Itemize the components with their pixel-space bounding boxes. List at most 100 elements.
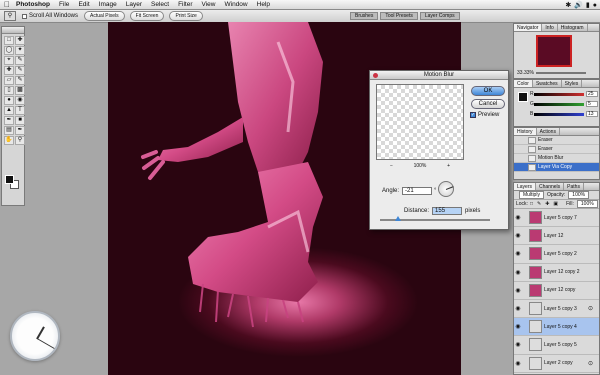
crop-tool-icon[interactable]: ⌖ [4,56,14,65]
spotlight-icon[interactable]: ● [593,2,597,9]
path-selection-tool-icon[interactable]: ▲ [4,106,14,115]
magic-wand-tool-icon[interactable]: ✦ [15,46,25,55]
gradient-tool-icon[interactable]: ▩ [15,86,25,95]
layer-visibility-eye-icon[interactable]: ◉ [514,323,522,330]
close-icon[interactable] [373,73,378,78]
layer-visibility-eye-icon[interactable]: ◉ [514,214,522,221]
layer-name[interactable]: Layer 12 copy [544,287,575,293]
lock-transparency-icon[interactable]: □ [530,201,533,207]
layer-effects-icon[interactable]: ⊙ [588,360,593,367]
channel-g-slider[interactable] [534,103,584,106]
volume-icon[interactable]: 🔊 [574,1,583,9]
eyedropper-tool-icon[interactable]: ✒ [15,126,25,135]
navigator-thumbnail[interactable] [536,35,572,67]
layer-visibility-eye-icon[interactable]: ◉ [514,250,522,257]
clone-stamp-tool-icon[interactable]: ▱ [4,76,14,85]
menu-window[interactable]: Window [225,1,248,8]
apple-menu-icon[interactable]:  [4,0,10,9]
history-brush-tool-icon[interactable]: ✎ [15,76,25,85]
layer-name[interactable]: Layer 12 [544,233,563,239]
layer-visibility-eye-icon[interactable]: ◉ [514,305,522,312]
type-tool-icon[interactable]: T [15,106,25,115]
history-item[interactable]: Motion Blur [514,154,599,163]
palette-well-tool-presets[interactable]: Tool Presets [380,12,418,20]
tab-history[interactable]: History [514,128,537,135]
tools-palette-header[interactable] [2,27,24,34]
brush-tool-icon[interactable]: ✎ [15,66,25,75]
blend-mode-select[interactable]: Multiply [519,191,544,199]
lock-all-icon[interactable]: ▣ [553,201,558,207]
cancel-button[interactable]: Cancel [471,99,505,109]
zoom-tool-preset-icon[interactable]: ⚲ [4,11,16,21]
tab-navigator[interactable]: Navigator [514,24,543,31]
foreground-color-swatch[interactable] [5,175,14,184]
layer-row[interactable]: ◉ Layer 5 copy 7 [514,209,599,228]
layer-row[interactable]: ◉ Layer 12 [514,227,599,246]
dialog-titlebar[interactable]: Motion Blur [370,71,508,80]
notes-tool-icon[interactable]: ▤ [4,126,14,135]
layer-visibility-eye-icon[interactable]: ◉ [514,269,522,276]
menu-filter[interactable]: Filter [178,1,192,8]
color-foreground-swatch[interactable] [518,92,528,102]
marquee-tool-icon[interactable]: □ [4,36,14,45]
tab-paths[interactable]: Paths [564,183,584,190]
channel-r-slider[interactable] [534,93,584,96]
pen-tool-icon[interactable]: ✒ [4,116,14,125]
actual-pixels-button[interactable]: Actual Pixels [84,11,125,21]
move-tool-icon[interactable]: ✚ [15,36,25,45]
layer-row[interactable]: ◉ Layer 12 copy 2 [514,264,599,282]
navigator-zoom-value[interactable]: 33.33% [517,70,534,76]
layer-visibility-eye-icon[interactable]: ◉ [514,341,522,348]
layer-name[interactable]: Layer 12 copy 2 [544,269,580,275]
shape-tool-icon[interactable]: ■ [15,116,25,125]
ok-button[interactable]: OK [471,86,505,96]
layer-row[interactable]: ◉ Layer 5 copy 4 [514,318,599,337]
tab-swatches[interactable]: Swatches [533,80,562,87]
hand-tool-icon[interactable]: ✋ [4,136,14,145]
lasso-tool-icon[interactable]: ◯ [4,46,14,55]
tab-styles[interactable]: Styles [562,80,583,87]
menu-file[interactable]: File [59,1,69,8]
lock-image-icon[interactable]: ✎ [537,201,541,207]
eraser-tool-icon[interactable]: ▯ [4,86,14,95]
palette-well-brushes[interactable]: Brushes [350,12,379,20]
tab-info[interactable]: Info [542,24,558,31]
fill-input[interactable]: 100% [576,200,598,208]
channel-b-slider[interactable] [534,113,584,116]
lock-position-icon[interactable]: ✚ [545,201,549,207]
menu-help[interactable]: Help [257,1,270,8]
palette-well-layer-comps[interactable]: Layer Comps [419,12,460,20]
channel-b-value[interactable]: 13 [586,111,598,117]
slice-tool-icon[interactable]: ✎ [15,56,25,65]
angle-dial-icon[interactable] [438,181,454,197]
tab-actions[interactable]: Actions [537,128,560,135]
layer-visibility-eye-icon[interactable]: ◉ [514,360,522,367]
opacity-input[interactable]: 100% [568,191,590,199]
tab-histogram[interactable]: Histogram [558,24,588,31]
tab-color[interactable]: Color [514,80,533,87]
layer-name[interactable]: Layer 2 copy [544,360,573,366]
tab-channels[interactable]: Channels [536,183,565,190]
history-item[interactable]: Layer Via Copy [514,163,599,172]
menu-select[interactable]: Select [151,1,169,8]
menu-app-name[interactable]: Photoshop [16,1,50,8]
preview-checkbox[interactable]: ✓ Preview [470,112,499,118]
zoom-out-button[interactable]: − [390,163,393,169]
layer-row[interactable]: ◉ Layer 5 copy 5 [514,336,599,355]
angle-input[interactable]: -21 [402,187,433,195]
menu-image[interactable]: Image [99,1,117,8]
channel-g-value[interactable]: 5 [586,101,598,107]
channel-r-value[interactable]: 25 [586,91,598,97]
layer-visibility-eye-icon[interactable]: ◉ [514,232,522,239]
layer-name[interactable]: Layer 5 copy 5 [544,342,577,348]
battery-icon[interactable]: ▮ [586,1,590,9]
zoom-in-button[interactable]: + [447,163,450,169]
layer-row[interactable]: ◉ Layer 12 copy [514,282,599,300]
blur-tool-icon[interactable]: ● [4,96,14,105]
filter-preview[interactable] [376,84,464,160]
print-size-button[interactable]: Print Size [169,11,203,21]
layer-name[interactable]: Layer 5 copy 7 [544,215,577,221]
layer-effects-icon[interactable]: ⊙ [588,305,593,312]
layer-visibility-eye-icon[interactable]: ◉ [514,287,522,294]
healing-brush-tool-icon[interactable]: ✚ [4,66,14,75]
